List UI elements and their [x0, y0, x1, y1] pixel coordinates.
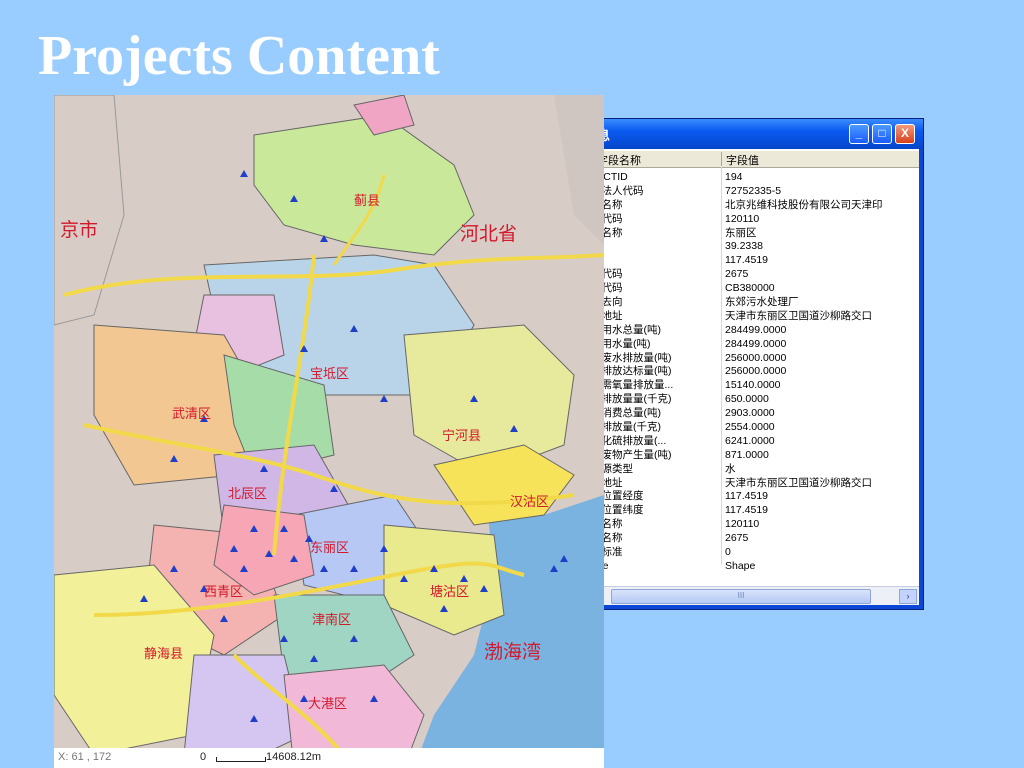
map-label-hebei: 河北省 [460, 223, 518, 245]
field-value-cell: CB380000 [725, 282, 775, 295]
table-row[interactable]: 染源类型水 [571, 463, 919, 477]
map-label-jinghai: 静海县 [144, 647, 184, 662]
map-label-jixian: 蓟县 [354, 194, 381, 209]
attribute-window[interactable]: 息 _ □ X 字段名称 字段值 JECTID194业法人代码72752335-… [566, 118, 924, 610]
field-value-cell: 水 [725, 462, 736, 475]
table-row[interactable]: 业名称 北京兆维科技股份有限公司天津印 [571, 199, 919, 213]
map-label-jinnan: 津南区 [312, 613, 352, 628]
scale-bar [216, 757, 266, 762]
table-row[interactable]: 水去向 东郊污水处理厂 [571, 296, 919, 310]
table-row[interactable]: 业代码 2675 [571, 268, 919, 282]
table-row[interactable]: 业名称 2675 [571, 532, 919, 546]
field-value-cell: 天津市东丽区卫国道沙柳路交口 [725, 476, 872, 489]
map-label-xiqing: 西青区 [204, 585, 244, 600]
table-row[interactable]: 炭消费总量(吨) 2903.0000 [571, 407, 919, 421]
minimize-button[interactable]: _ [849, 124, 869, 144]
table-row[interactable]: 度39.2338 [571, 240, 919, 254]
map-canvas[interactable] [54, 95, 604, 768]
table-row[interactable]: 学需氧量排放量... 15140.0000 [571, 379, 919, 393]
table-row[interactable]: 体废物产生量(吨) 871.0000 [571, 449, 919, 463]
table-row[interactable]: 业废水排放量(吨) 256000.0000 [571, 352, 919, 366]
map-label-baodi: 宝坻区 [310, 367, 350, 382]
table-row[interactable]: 业位置经度 117.4519 [571, 490, 919, 504]
table-row[interactable]: 业地址 天津市东丽区卫国道沙柳路交口 [571, 477, 919, 491]
field-value-cell: 2903.0000 [725, 407, 775, 420]
table-row[interactable]: 业用水总量(吨) 284499.0000 [571, 324, 919, 338]
field-value-cell: 0 [725, 546, 731, 559]
map-label-hangu: 汉沽区 [510, 495, 550, 510]
table-row[interactable]: 度117.4519 [571, 254, 919, 268]
field-value-cell: 117.4519 [725, 490, 769, 503]
map-label-beijing: 京市 [60, 219, 99, 241]
attribute-grid[interactable]: 字段名称 字段值 JECTID 194 业法人代码 72752335-5 业名称 北京兆维… [571, 149, 919, 605]
district-jixian [253, 114, 475, 256]
map-statusbar: X: 61 , 172 0 14608.12m [54, 748, 604, 768]
table-row[interactable]: 业法人代码 72752335-5 [571, 185, 919, 199]
column-header-value[interactable]: 字段值 [721, 152, 759, 167]
slide-title: Projects Content [38, 25, 440, 87]
scroll-right-arrow-icon[interactable]: › [899, 589, 917, 604]
field-value-cell: 284499.0000 [725, 337, 787, 350]
field-value-cell: 2675 [725, 532, 749, 545]
table-row[interactable]: apeShape [571, 560, 919, 574]
table-row[interactable]: 县代码 120110 [571, 213, 919, 227]
coordinates-readout: X: 61 , 172 [58, 751, 112, 763]
map-label-ninghe: 宁河县 [442, 429, 482, 444]
field-value-cell: 2675 [725, 268, 749, 281]
field-value-cell: 北京兆维科技股份有限公司天津印 [725, 198, 883, 211]
map-label-beichen: 北辰区 [228, 487, 268, 502]
table-row[interactable]: 细地址 天津市东丽区卫国道沙柳路交口 [571, 310, 919, 324]
field-value-cell: 194 [725, 171, 743, 183]
field-value-cell: 天津市东丽区卫国道沙柳路交口 [725, 309, 872, 322]
map-label-bohai: 渤海湾 [484, 641, 542, 663]
upper-sea-strip [554, 95, 604, 245]
field-value-cell: 284499.0000 [725, 323, 787, 336]
table-row[interactable]: 向代码 CB380000 [571, 282, 919, 296]
field-value-cell: 117.4519 [725, 254, 769, 267]
field-value-cell: Shape [725, 559, 756, 572]
table-row[interactable]: 行标准 0 [571, 546, 919, 560]
field-value-cell: 117.4519 [725, 504, 769, 517]
table-row[interactable]: 尘排放量(千克) 2554.0000 [571, 421, 919, 435]
table-row[interactable]: JECTID 194 [571, 171, 919, 185]
grid-header: 字段名称 字段值 [571, 151, 919, 168]
field-value-cell: 39.2338 [725, 240, 763, 253]
table-row[interactable]: 氮排放量量(千克) 650.0000 [571, 393, 919, 407]
field-value-cell: 650.0000 [725, 393, 769, 406]
window-titlebar[interactable]: 息 _ □ X [567, 119, 923, 149]
table-row[interactable]: 水排放达标量(吨) 256000.0000 [571, 365, 919, 379]
map-panel[interactable]: 蓟县 京市 河北省 宝坻区 武清区 宁河县 北辰区 汉沽区 东丽区 西青区 塘沽… [54, 95, 604, 768]
table-row[interactable]: 县名称 东丽区 [571, 227, 919, 241]
maximize-button[interactable]: □ [872, 124, 892, 144]
table-row[interactable]: 氧化硫排放量(... 6241.0000 [571, 435, 919, 449]
table-row[interactable]: 业位置纬度 117.4519 [571, 504, 919, 518]
field-value-cell: 6241.0000 [725, 434, 775, 447]
field-value-cell: 东郊污水处理厂 [725, 296, 799, 309]
scrollbar-thumb[interactable]: III [611, 589, 871, 604]
close-button[interactable]: X [895, 124, 915, 144]
field-value-cell: 256000.0000 [725, 365, 787, 378]
map-label-dagang: 大港区 [308, 697, 348, 712]
field-value-cell: 72752335-5 [725, 184, 782, 197]
scale-length: 14608.12m [266, 751, 322, 763]
map-label-wuqing: 武清区 [172, 407, 212, 422]
map-label-dongli: 东丽区 [310, 541, 350, 556]
field-value-cell: 15140.0000 [725, 379, 781, 392]
horizontal-scrollbar[interactable]: III › [571, 586, 919, 605]
field-value-cell: 东丽区 [725, 226, 757, 239]
scale-zero: 0 [200, 751, 207, 763]
grid-rows: JECTID 194 业法人代码 72752335-5 业名称 北京兆维科技股份有限公司天… [571, 171, 919, 574]
field-value-cell: 871.0000 [725, 448, 769, 461]
field-value-cell: 120110 [725, 212, 760, 225]
map-label-tanggu: 塘沽区 [430, 585, 470, 600]
table-row[interactable]: 鲜用水量(吨) 284499.0000 [571, 338, 919, 352]
table-row[interactable]: 区名称 120110 [571, 518, 919, 532]
field-value-cell: 120110 [725, 518, 760, 531]
field-value-cell: 256000.0000 [725, 351, 787, 364]
field-value-cell: 2554.0000 [725, 421, 775, 434]
